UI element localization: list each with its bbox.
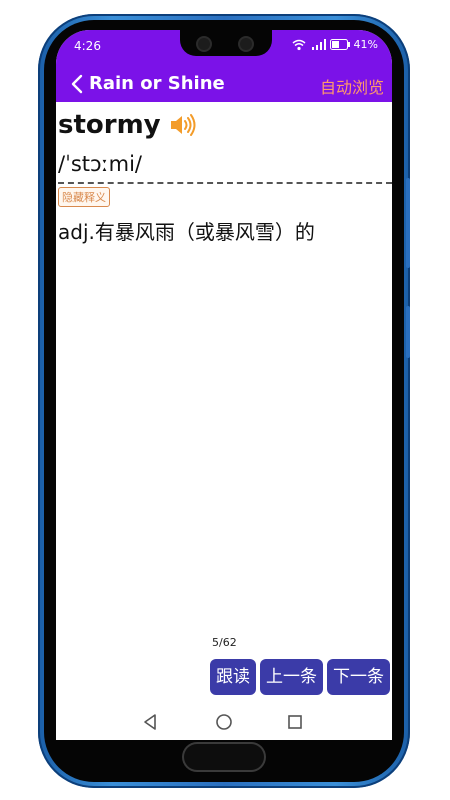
phonetic-transcription: /ˈstɔːmi/ bbox=[58, 152, 142, 176]
status-bar: 4:26 41% bbox=[56, 30, 392, 62]
volume-button bbox=[406, 178, 410, 268]
signal-icon bbox=[311, 38, 326, 50]
camera-notch bbox=[180, 30, 272, 56]
app-header: Rain or Shine 自动浏览 bbox=[56, 66, 392, 102]
page-title: Rain or Shine bbox=[89, 73, 225, 94]
word-row: stormy bbox=[58, 110, 197, 140]
power-button bbox=[406, 306, 410, 358]
battery-percent: 41% bbox=[353, 38, 378, 51]
auto-browse-button[interactable]: 自动浏览 bbox=[320, 74, 384, 98]
front-camera-icon bbox=[198, 38, 210, 50]
follow-read-button[interactable]: 跟读 bbox=[210, 659, 256, 695]
dashed-divider bbox=[58, 182, 392, 184]
word-headword: stormy bbox=[58, 110, 161, 140]
status-time: 4:26 bbox=[74, 39, 101, 53]
page-counter: 5/62 bbox=[212, 636, 237, 649]
previous-button[interactable]: 上一条 bbox=[260, 659, 323, 695]
stage: 4:26 41% Rain or Shine 自动浏览 stormy /ˈstɔ… bbox=[0, 0, 450, 800]
battery-icon bbox=[329, 39, 350, 50]
next-button[interactable]: 下一条 bbox=[327, 659, 390, 695]
system-nav-bar bbox=[56, 704, 392, 740]
physical-home-button[interactable] bbox=[184, 744, 264, 770]
nav-home-icon[interactable] bbox=[215, 713, 233, 731]
action-bar: 跟读 上一条 下一条 bbox=[210, 659, 390, 695]
screen: 4:26 41% Rain or Shine 自动浏览 stormy /ˈstɔ… bbox=[56, 30, 392, 740]
definition-text: adj.有暴风雨（或暴风雪）的 bbox=[58, 220, 315, 244]
hide-meaning-button[interactable]: 隐藏释义 bbox=[58, 187, 110, 207]
nav-recents-icon[interactable] bbox=[286, 713, 304, 731]
back-chevron-icon[interactable] bbox=[68, 72, 88, 96]
front-camera-icon bbox=[240, 38, 252, 50]
status-icons: 41% bbox=[292, 38, 378, 51]
nav-back-icon[interactable] bbox=[142, 713, 160, 731]
speaker-icon[interactable] bbox=[169, 112, 197, 138]
wifi-icon bbox=[292, 39, 306, 50]
